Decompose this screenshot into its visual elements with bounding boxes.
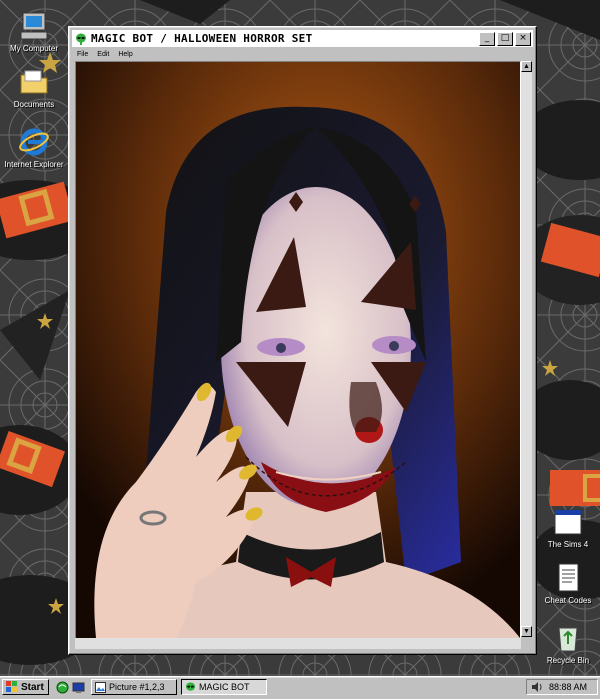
- clown-makeup-portrait: [76, 62, 520, 638]
- menu-bar: File Edit Help: [73, 48, 133, 60]
- desktop-icon-my-computer[interactable]: My Computer: [2, 10, 66, 53]
- scroll-down-button[interactable]: ▼: [521, 626, 532, 637]
- menu-file[interactable]: File: [77, 51, 88, 58]
- start-button[interactable]: Start: [2, 679, 49, 695]
- menu-help[interactable]: Help: [118, 51, 132, 58]
- maximize-button[interactable]: □: [497, 32, 513, 46]
- task-picture[interactable]: Picture #1,2,3: [91, 679, 177, 695]
- text-document-icon: [558, 563, 579, 592]
- recycle-bin-icon: [558, 627, 578, 652]
- scroll-up-button[interactable]: ▲: [521, 61, 532, 72]
- magic-bot-window: MAGIC BOT / HALLOWEEN HORROR SET _ □ × F…: [68, 26, 537, 655]
- windows-logo-icon: [6, 681, 17, 692]
- application-window-icon: [554, 509, 582, 535]
- task-label: Picture #1,2,3: [109, 682, 165, 692]
- taskbar: Start Picture #1,2,3 MAGIC BOT 88:88 AM: [0, 676, 600, 699]
- desktop-icon-label: Recycle Bin: [546, 656, 590, 665]
- alien-icon: [185, 681, 196, 691]
- horizontal-scrollbar[interactable]: [75, 638, 521, 649]
- quicklaunch-desktop[interactable]: [72, 681, 85, 694]
- task-label: MAGIC BOT: [199, 682, 250, 692]
- window-titlebar[interactable]: MAGIC BOT / HALLOWEEN HORROR SET _ □ ×: [72, 30, 533, 47]
- desktop-icon-label: Documents: [13, 100, 55, 109]
- volume-icon[interactable]: [531, 681, 543, 693]
- desktop-icon-label: Internet Explorer: [4, 160, 64, 169]
- desktop-icon-documents[interactable]: Documents: [2, 66, 66, 109]
- desktop: My Computer Documents Internet Explorer …: [0, 0, 600, 676]
- start-label: Start: [21, 681, 44, 693]
- desktop-icon: [72, 682, 85, 693]
- folder-icon: [20, 70, 48, 94]
- minimize-button[interactable]: _: [479, 32, 495, 46]
- alien-icon: [76, 33, 86, 45]
- window-title: MAGIC BOT / HALLOWEEN HORROR SET: [91, 32, 313, 45]
- quicklaunch-browser[interactable]: [56, 681, 69, 694]
- desktop-icon-cheat-codes[interactable]: Cheat Codes: [536, 562, 600, 605]
- browser-icon: [56, 681, 69, 694]
- clock[interactable]: 88:88 AM: [549, 682, 587, 692]
- close-button[interactable]: ×: [515, 32, 531, 46]
- my-computer-icon: [20, 12, 48, 40]
- desktop-icon-label: The Sims 4: [547, 540, 589, 549]
- desktop-icon-label: Cheat Codes: [544, 596, 592, 605]
- internet-explorer-icon: [19, 128, 49, 156]
- desktop-icon-internet-explorer[interactable]: Internet Explorer: [2, 126, 66, 169]
- vertical-scrollbar[interactable]: ▲ ▼: [521, 61, 532, 637]
- desktop-icon-recycle-bin[interactable]: Recycle Bin: [536, 622, 600, 665]
- desktop-icon-the-sims-4[interactable]: The Sims 4: [536, 506, 600, 549]
- task-magic-bot[interactable]: MAGIC BOT: [181, 679, 267, 695]
- image-viewport: [75, 61, 521, 639]
- menu-edit[interactable]: Edit: [97, 51, 109, 58]
- system-tray: 88:88 AM: [526, 679, 598, 695]
- desktop-icon-label: My Computer: [9, 44, 58, 53]
- image-icon: [95, 681, 106, 693]
